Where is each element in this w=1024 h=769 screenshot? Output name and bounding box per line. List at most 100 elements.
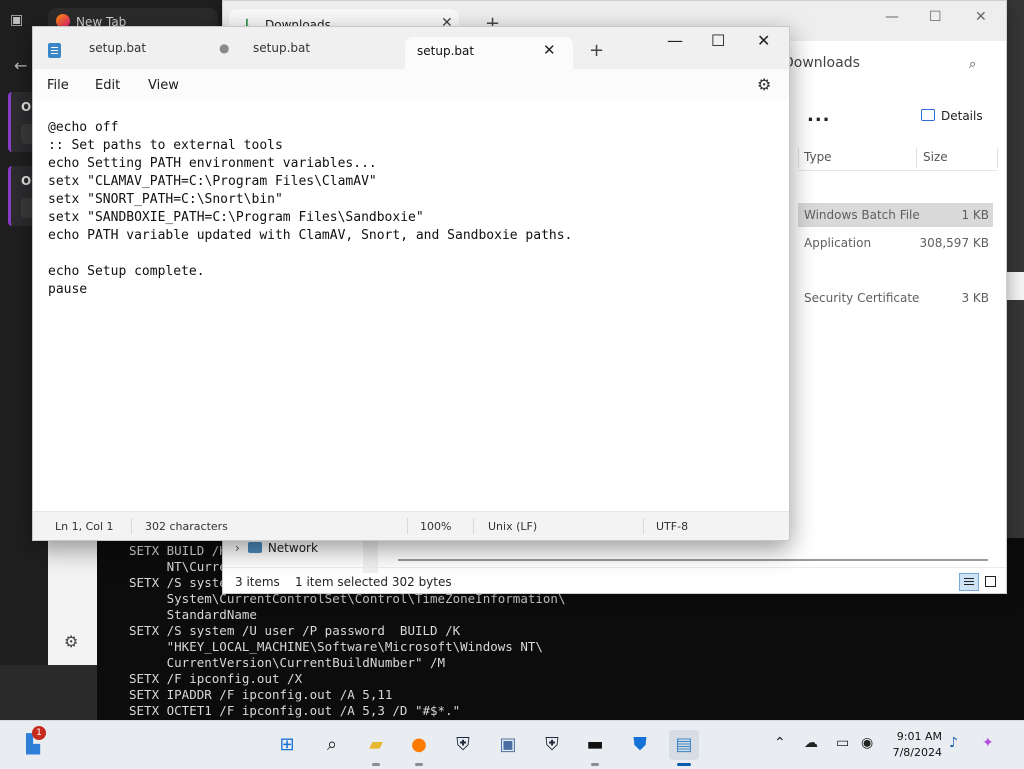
maximize-icon[interactable]: ☐ [929,9,942,25]
file-size: 3 KB [961,291,989,305]
column-type[interactable]: Type [804,150,832,164]
sound-icon[interactable]: ◉ [861,735,873,751]
file-size: 308,597 KB [919,236,989,250]
tab-setup-bat-active[interactable]: setup.bat ✕ [405,37,573,69]
security-app-2-button[interactable]: ⛨ [537,730,567,760]
file-row[interactable]: Security Certificate 3 KB [798,286,993,310]
gear-icon[interactable]: ⚙ [64,632,78,651]
active-tab-label: setup.bat [417,44,475,58]
file-row[interactable]: Application 308,597 KB [798,231,993,255]
clock-date: 7/8/2024 [892,746,942,759]
notification-badge: 1 [32,726,46,740]
file-type: Security Certificate [804,291,920,305]
selection-info: 1 item selected 302 bytes [295,575,452,589]
address-bar[interactable]: Downloads [783,55,993,77]
tab-setup-bat-1[interactable]: setup.bat [89,41,146,55]
firefox-button[interactable]: ● [404,730,434,766]
terminal-button[interactable]: ▬ [580,730,610,766]
running-indicator [415,763,423,766]
editor-content[interactable]: @echo off :: Set paths to external tools… [48,119,572,299]
desktop-strip [1005,0,1024,538]
search-icon[interactable]: ⌕ [969,57,976,72]
notepad-statusbar: Ln 1, Col 1 302 characters 100% Unix (LF… [33,511,789,540]
item-count: 3 items [235,575,280,589]
notification-bell-icon[interactable]: ♪ [949,735,958,751]
clock-time: 9:01 AM [896,730,942,743]
copilot-icon[interactable]: ✦ [982,735,994,751]
cursor-position[interactable]: Ln 1, Col 1 [55,520,114,533]
unsaved-dot-icon: ● [219,41,230,55]
details-pane-icon [921,109,935,121]
menu-edit[interactable]: Edit [95,78,120,93]
menu-view[interactable]: View [148,78,179,93]
computer-network-icon: ▣ [499,734,517,755]
minimize-icon[interactable]: — [885,9,899,25]
card-label: O [21,174,32,188]
file-explorer-button[interactable]: ▰ [361,730,391,766]
file-size: 1 KB [961,208,989,222]
security-app-button[interactable]: ⛨ [448,730,478,760]
terminal-icon: ▬ [586,734,604,755]
network-icon [247,542,262,553]
clock[interactable]: 9:01 AM 7/8/2024 [880,729,942,761]
character-count: 302 characters [145,520,228,533]
chevron-right-icon[interactable]: › [235,541,240,555]
shield-app-icon: ⛨ [545,734,559,755]
tab-setup-bat-2[interactable]: setup.bat [253,41,310,55]
notepad-icon: ▤ [675,734,693,755]
file-row[interactable]: Windows Batch File 1 KB [798,203,993,227]
network-icon[interactable]: ▭ [836,735,849,751]
cloud-offline-icon[interactable]: ☁ [804,735,818,751]
details-label: Details [941,109,983,123]
new-tab-icon[interactable]: + [589,40,604,61]
details-view-button[interactable] [959,573,979,591]
windows-icon: ⊞ [279,734,295,755]
notepad-button[interactable]: ▤ [669,730,699,766]
shield-app-icon: ⛨ [456,734,470,755]
notepad-icon [48,43,61,58]
notepad-titlebar: setup.bat ● setup.bat setup.bat ✕ + — ☐ … [33,27,789,69]
defender-shield-icon: ⛊ [633,734,647,755]
close-window-icon[interactable]: ✕ [757,31,770,50]
settings-gear-icon[interactable]: ⚙ [757,75,771,94]
back-arrow-icon[interactable]: ← [14,56,27,75]
defender-button[interactable]: ⛊ [625,730,655,760]
desktop-strip-light [1005,272,1024,300]
search-button[interactable]: ⌕ [317,730,347,760]
file-type: Application [804,236,872,250]
taskbar: ▙ 1 ⊞ ⌕ ▰ ● ⛨ ▣ ⛨ ▬ ⛊ ▤ ⌃ ☁ ▭ ◉ 9:01 AM … [0,720,1024,769]
nav-item-network[interactable]: › Network [235,541,318,555]
close-window-icon[interactable]: ✕ [975,9,987,25]
running-indicator [372,763,380,766]
explorer-statusbar: 3 items 1 item selected 302 bytes [223,567,1006,594]
active-indicator [677,763,691,766]
close-tab-icon[interactable]: ✕ [543,41,556,59]
menu-file[interactable]: File [47,78,69,93]
text-editor[interactable]: @echo off :: Set paths to external tools… [33,101,789,511]
column-headers: Type Size [798,144,998,171]
chevron-up-icon[interactable]: ⌃ [774,735,786,751]
column-size[interactable]: Size [923,150,948,164]
maximize-icon[interactable]: ☐ [711,31,725,50]
notepad-window: setup.bat ● setup.bat setup.bat ✕ + — ☐ … [32,26,790,541]
zoom-level[interactable]: 100% [420,520,451,533]
line-ending[interactable]: Unix (LF) [488,520,537,533]
horizontal-scrollbar[interactable] [398,559,988,561]
widgets-button[interactable]: ▙ 1 [18,726,48,760]
details-button[interactable]: Details [921,109,983,123]
network-app-button[interactable]: ▣ [493,730,523,760]
settings-panel: ⚙ [48,538,98,665]
search-icon: ⌕ [326,734,338,755]
nav-network-label: Network [267,541,318,555]
running-indicator [591,763,599,766]
firefox-icon: ● [411,734,427,755]
sidebar-toggle-icon[interactable]: ▣ [10,12,23,28]
start-button[interactable]: ⊞ [272,730,302,760]
minimize-icon[interactable]: — [667,31,683,50]
file-type: Windows Batch File [804,208,920,222]
tiles-view-button[interactable] [981,573,999,589]
more-options-button[interactable]: ... [807,105,831,126]
menu-bar: File Edit View ⚙ [33,69,789,102]
encoding[interactable]: UTF-8 [656,520,688,533]
card-label: O [21,100,32,114]
